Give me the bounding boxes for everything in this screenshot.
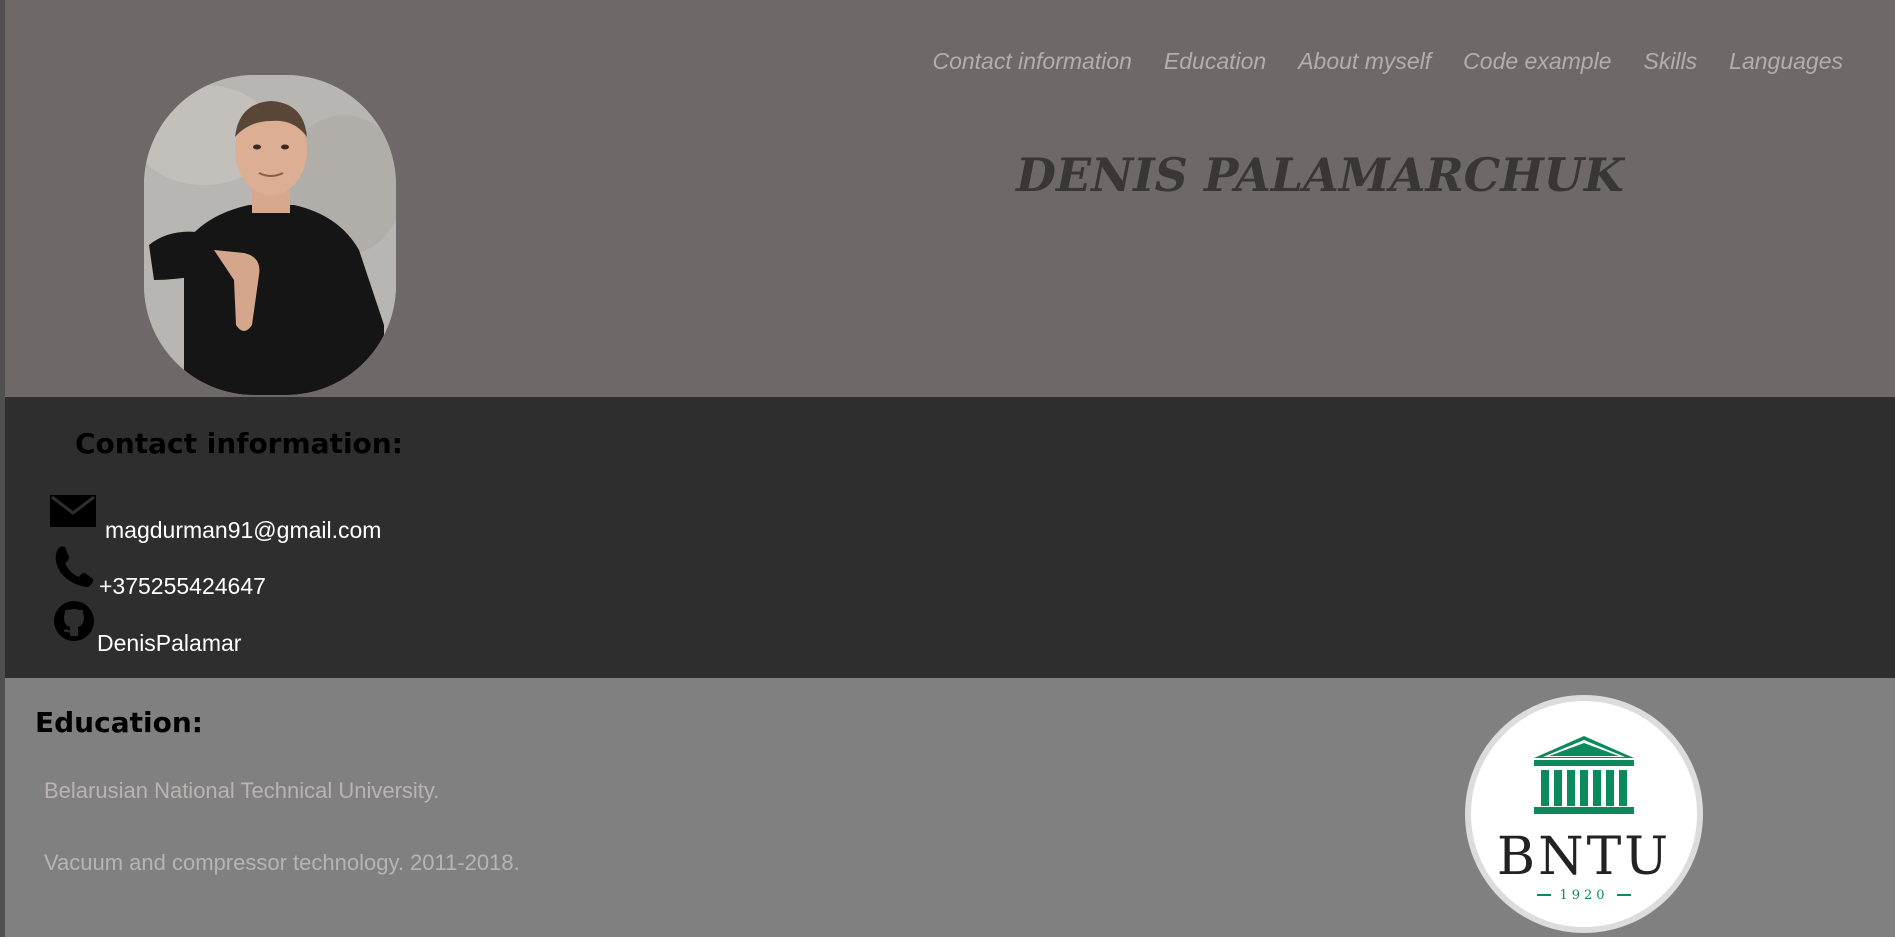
contact-section: Contact information: magdurman91@gmail.c… [5,397,1895,678]
contact-phone-row: +375255424647 [45,545,266,599]
nav-link-education[interactable]: Education [1164,48,1266,75]
education-university: Belarusian National Technical University… [44,778,440,803]
nav-link-about-myself[interactable]: About myself [1298,48,1431,75]
education-specialty: Vacuum and compressor technology. 2011-2… [44,850,520,875]
profile-photo [144,75,396,395]
logo-year: 1920 [1559,888,1609,903]
github-icon[interactable] [53,600,95,647]
contact-phone[interactable]: +375255424647 [99,573,266,600]
page-title: DENIS PALAMARCHUK [1016,148,1624,202]
contact-email-row: magdurman91@gmail.com [45,495,381,543]
header: Contact information Education About myse… [5,0,1895,397]
nav-link-languages[interactable]: Languages [1729,48,1843,75]
nav-link-code-example[interactable]: Code example [1463,48,1611,75]
education-heading: Education: [35,706,203,739]
phone-icon [53,545,93,592]
university-logo: BNTU 1920 [1465,695,1703,933]
envelope-icon [50,495,96,532]
page-frame: Contact information Education About myse… [0,0,1895,937]
education-section: Education: Belarusian National Technical… [5,678,1895,937]
contact-heading: Contact information: [75,427,403,460]
nav-link-contact-information[interactable]: Contact information [932,48,1131,75]
logo-text: BNTU [1496,827,1672,887]
contact-github[interactable]: DenisPalamar [97,630,241,657]
main-nav: Contact information Education About myse… [932,48,1843,75]
profile-photo-illustration [144,75,396,395]
contact-github-row: DenisPalamar [45,600,241,656]
contact-email[interactable]: magdurman91@gmail.com [105,517,381,544]
nav-link-skills[interactable]: Skills [1643,48,1697,75]
